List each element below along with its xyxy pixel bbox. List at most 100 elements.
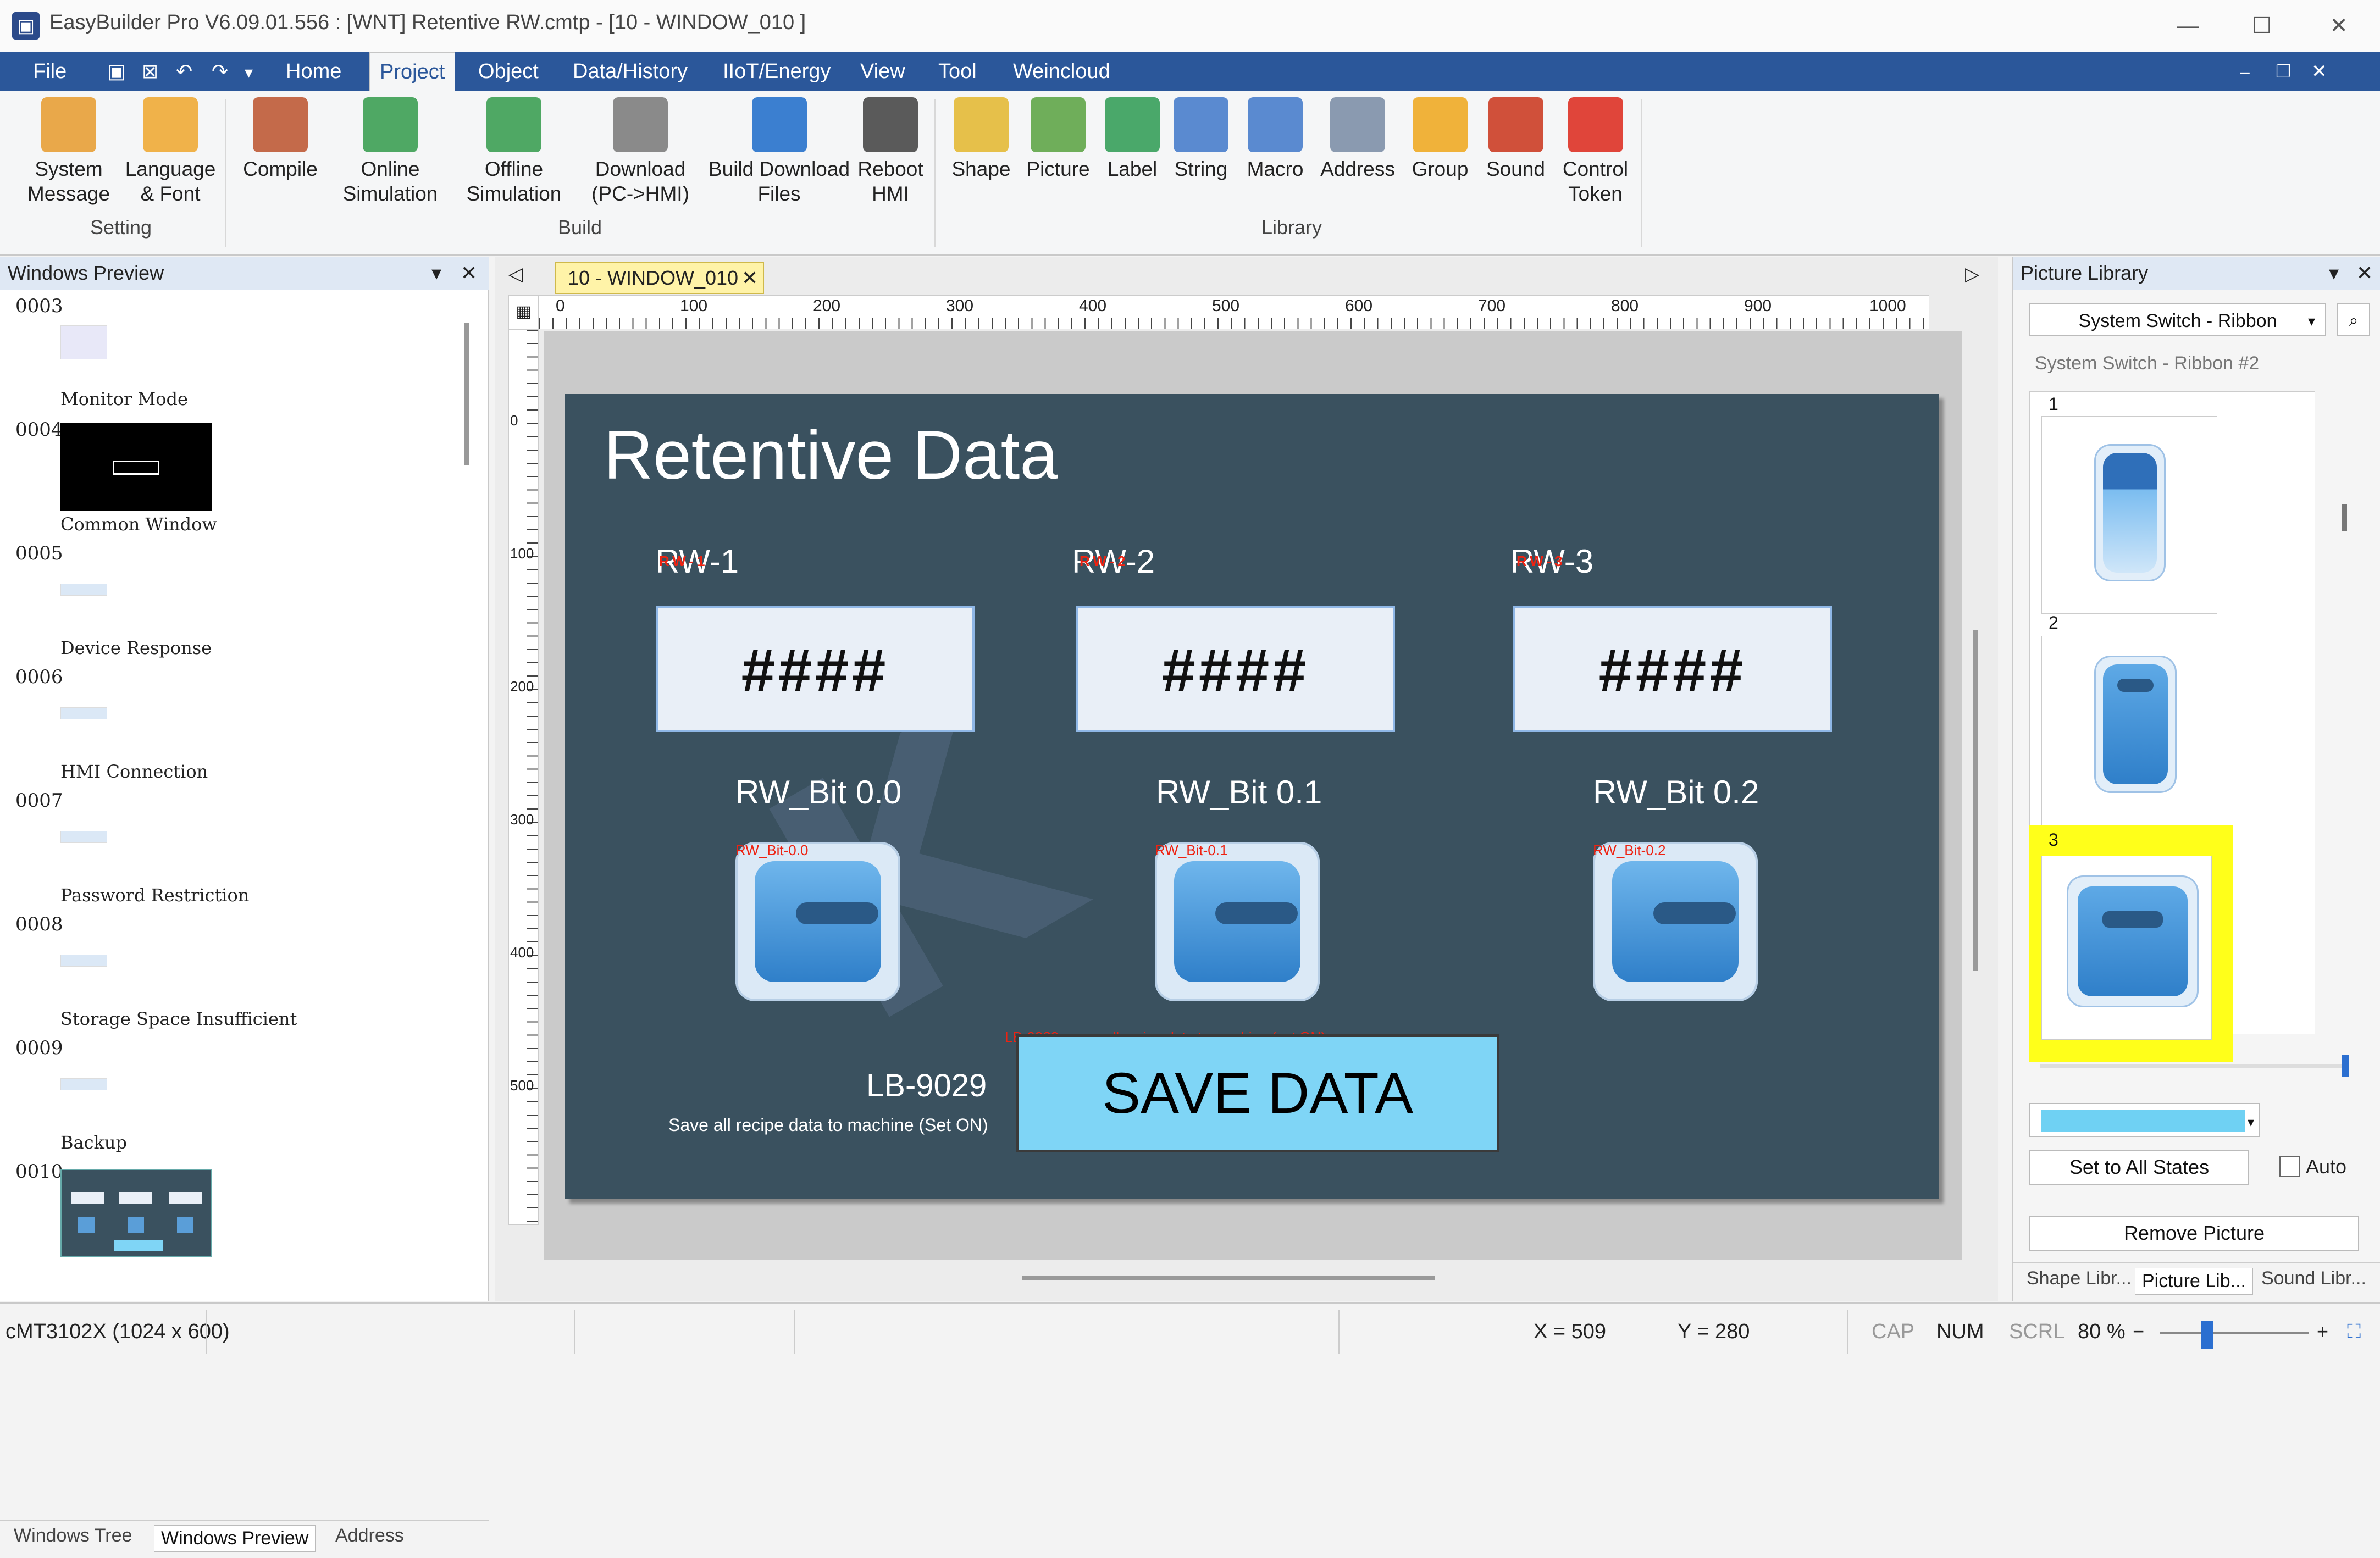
reboot-hmi-button[interactable]: Reboot HMI <box>857 97 923 229</box>
download-button[interactable]: Download (PC->HMI) <box>583 97 698 229</box>
menu-file[interactable]: File <box>33 52 67 91</box>
bit0-toggle-switch[interactable]: RW_Bit-0.0 <box>735 842 900 1001</box>
auto-label: Auto <box>2306 1155 2347 1178</box>
background-color-picker[interactable]: ▾ <box>2029 1103 2260 1137</box>
rw1-numeric-object[interactable]: #### RW-1 <box>656 553 975 732</box>
language-font-button[interactable]: Language & Font <box>121 97 220 229</box>
window-thumbnail-selected[interactable] <box>60 1169 212 1257</box>
zoom-in-icon[interactable]: + <box>2317 1320 2328 1343</box>
redo-icon[interactable]: ↷ <box>212 60 228 83</box>
remove-picture-button[interactable]: Remove Picture <box>2029 1216 2359 1251</box>
zoom-slider-thumb[interactable] <box>2201 1321 2213 1349</box>
bit2-toggle-switch[interactable]: RW_Bit-0.2 <box>1593 842 1758 1001</box>
compile-icon <box>253 97 308 152</box>
compile-button[interactable]: Compile <box>236 97 324 229</box>
group-button[interactable]: Group <box>1404 97 1476 229</box>
menu-iiot-energy[interactable]: IIoT/Energy <box>723 52 831 91</box>
size-slider-track[interactable] <box>2040 1064 2348 1068</box>
window-id: 0007 <box>15 790 63 812</box>
tab-address[interactable]: Address <box>335 1525 404 1546</box>
window-thumbnail[interactable] <box>60 325 107 359</box>
tab-shape-library[interactable]: Shape Libr... <box>2027 1268 2132 1289</box>
left-panel-tabs: Windows Tree Windows Preview Address <box>0 1520 489 1558</box>
control-token-button[interactable]: Control Token <box>1553 97 1638 229</box>
menu-data-history[interactable]: Data/History <box>573 52 688 91</box>
tab-scroll-right-icon[interactable]: ▷ <box>1965 263 1979 285</box>
picture-tile[interactable] <box>2041 636 2217 834</box>
window-thumbnail[interactable] <box>60 423 212 511</box>
menu-object[interactable]: Object <box>478 52 539 91</box>
address-button[interactable]: Address <box>1316 97 1399 229</box>
editor-area: ◁ 10 - WINDOW_010 ✕ ▷ ▦ 0 100 200 300 40… <box>495 257 1998 1301</box>
zoom-slider-track[interactable] <box>2160 1332 2309 1334</box>
doc-minimize-icon[interactable]: – <box>2240 52 2250 91</box>
tab-windows-tree[interactable]: Windows Tree <box>14 1525 132 1546</box>
menu-project[interactable]: Project <box>369 52 456 91</box>
label-button[interactable]: Label <box>1099 97 1165 229</box>
shape-button[interactable]: Shape <box>945 97 1017 229</box>
save-data-button[interactable]: SAVE DATA <box>1016 1034 1499 1152</box>
pin-icon[interactable]: ▾ <box>431 257 441 290</box>
string-button[interactable]: String <box>1168 97 1234 229</box>
offline-simulation-button[interactable]: Offline Simulation <box>456 97 572 229</box>
picture-list-scrollbar[interactable] <box>2342 504 2347 531</box>
picture-icon <box>1031 97 1086 152</box>
category-select[interactable]: System Switch - Ribbon ▾ <box>2029 303 2326 336</box>
auto-checkbox[interactable] <box>2279 1156 2300 1177</box>
doc-restore-icon[interactable]: ❐ <box>2276 52 2292 91</box>
panel-close-icon[interactable]: ✕ <box>2356 257 2373 290</box>
picture-button[interactable]: Picture <box>1020 97 1097 229</box>
window-thumbnail[interactable] <box>60 584 107 596</box>
close-project-icon[interactable]: ⊠ <box>142 60 158 83</box>
window-thumbnail[interactable] <box>60 1078 107 1090</box>
build-download-files-button[interactable]: Build Download Files <box>706 97 852 229</box>
zoom-out-icon[interactable]: − <box>2133 1320 2144 1343</box>
menu-home[interactable]: Home <box>286 52 341 91</box>
online-simulation-button[interactable]: Online Simulation <box>333 97 448 229</box>
system-message-button[interactable]: System Message <box>22 97 115 229</box>
size-slider-thumb[interactable] <box>2342 1055 2349 1077</box>
maximize-icon[interactable]: ☐ <box>2229 5 2295 47</box>
shape-icon <box>954 97 1009 152</box>
set-to-all-states-button[interactable]: Set to All States <box>2029 1150 2249 1185</box>
save-icon[interactable]: ▣ <box>107 60 126 83</box>
quick-access-menu-icon[interactable]: ▾ <box>245 63 253 82</box>
tab-sound-library[interactable]: Sound Libr... <box>2261 1268 2366 1289</box>
close-icon[interactable]: ✕ <box>2306 5 2372 47</box>
window-thumbnail[interactable] <box>60 831 107 843</box>
window-id: 0006 <box>15 666 63 688</box>
status-separator <box>794 1310 795 1354</box>
tab-scroll-left-icon[interactable]: ◁ <box>508 263 523 285</box>
undo-icon[interactable]: ↶ <box>176 60 192 83</box>
menu-view[interactable]: View <box>860 52 905 91</box>
menu-tool[interactable]: Tool <box>938 52 977 91</box>
sound-icon <box>1488 97 1543 152</box>
cursor-y: Y = 280 <box>1678 1320 1750 1343</box>
window-thumbnail[interactable] <box>60 707 107 719</box>
horizontal-scrollbar[interactable] <box>1022 1276 1435 1280</box>
picture-tile-selected[interactable] <box>2041 856 2212 1040</box>
doc-close-icon[interactable]: ✕ <box>2311 52 2327 91</box>
tab-windows-preview[interactable]: Windows Preview <box>154 1525 316 1552</box>
panel-close-icon[interactable]: ✕ <box>461 257 477 290</box>
document-tab[interactable]: 10 - WINDOW_010 ✕ <box>555 262 764 294</box>
tab-close-icon[interactable]: ✕ <box>741 263 758 293</box>
switch-picture <box>2067 875 2199 1007</box>
grid-toggle-icon[interactable]: ▦ <box>508 295 539 329</box>
tab-picture-library[interactable]: Picture Lib... <box>2135 1268 2253 1295</box>
lb-9029-label: LB-9029 <box>866 1068 987 1104</box>
window-thumbnail[interactable] <box>60 955 107 967</box>
sound-button[interactable]: Sound <box>1481 97 1550 229</box>
macro-button[interactable]: Macro <box>1239 97 1311 229</box>
search-picture-icon[interactable]: ⌕ <box>2337 303 2370 336</box>
bit1-toggle-switch[interactable]: RW_Bit-0.1 <box>1155 842 1320 1001</box>
pin-icon[interactable]: ▾ <box>2329 257 2339 290</box>
rw3-numeric-object[interactable]: #### RW-3 <box>1513 553 1832 732</box>
menu-weincloud[interactable]: Weincloud <box>1013 52 1110 91</box>
fit-to-window-icon[interactable]: ⛶ <box>2347 1320 2361 1344</box>
vertical-scrollbar[interactable] <box>1973 630 1978 971</box>
picture-tile[interactable] <box>2041 416 2217 614</box>
minimize-icon[interactable]: — <box>2155 5 2221 47</box>
rw2-numeric-object[interactable]: #### RW-2 <box>1076 553 1395 732</box>
scrollbar[interactable] <box>464 323 469 465</box>
